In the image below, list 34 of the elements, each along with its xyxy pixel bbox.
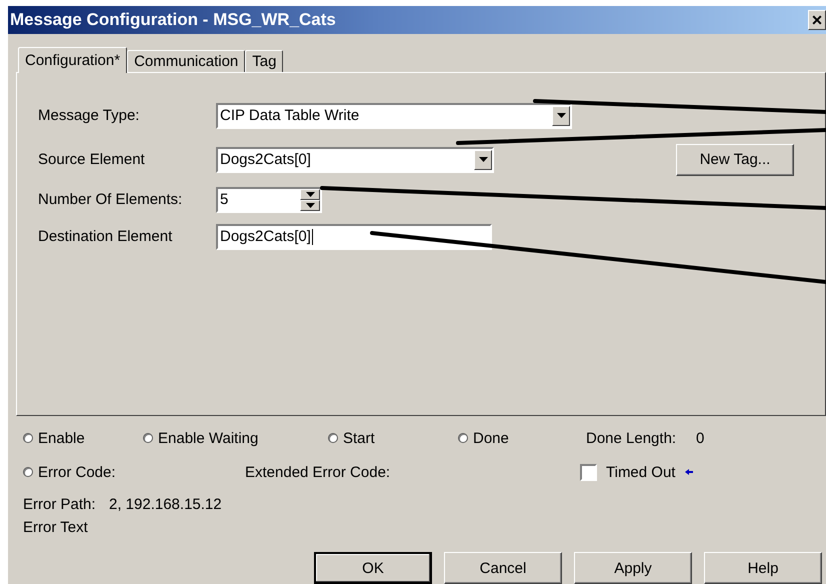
close-button[interactable]: × [808,10,826,30]
error-code-label: Error Code: [38,464,116,480]
new-tag-button[interactable]: New Tag... [676,144,794,176]
timed-out-checkbox[interactable] [580,464,597,480]
field-label: Number Of Elements: [38,191,184,208]
status-label: Enable Waiting [158,430,258,446]
done-length-value: 0 [696,430,704,446]
dialog-button[interactable]: Apply [574,552,692,584]
dialog-button[interactable]: Help [704,552,822,584]
field-label: Message Type: [38,107,140,124]
error-path-label: Error Path: [23,496,97,512]
tab[interactable]: Tag [245,50,284,72]
tab[interactable]: Communication [127,50,246,72]
window-title: Message Configuration - MSG_WR_Cats [9,10,336,30]
error-path-value: 2, 192.168.15.12 [109,496,222,512]
dropdown-field[interactable]: Dogs2Cats[0] [216,146,494,173]
dialog-button[interactable]: OK [314,552,432,584]
dropdown-field[interactable]: CIP Data Table Write [216,102,572,129]
timed-out-label: Timed Out [606,464,676,480]
arrow-left-icon [685,469,694,475]
field-label: Source Element [38,151,146,168]
extended-error-code-label: Extended Error Code: [245,464,392,480]
input-field[interactable]: Dogs2Cats[0] [216,224,492,250]
done-length-label: Done Length: [586,430,678,446]
dropdown-arrow-icon [478,157,488,162]
field-label: Destination Element [38,228,174,246]
dropdown-arrow-icon [556,113,566,118]
spin-field[interactable]: 5 [216,186,322,213]
status-label: Done [473,430,509,446]
dialog-button[interactable]: Cancel [444,552,562,584]
error-text-label: Error Text [23,518,88,536]
status-label: Enable [38,430,85,446]
tab[interactable]: Configuration* [18,46,128,73]
status-label: Start [343,430,375,446]
